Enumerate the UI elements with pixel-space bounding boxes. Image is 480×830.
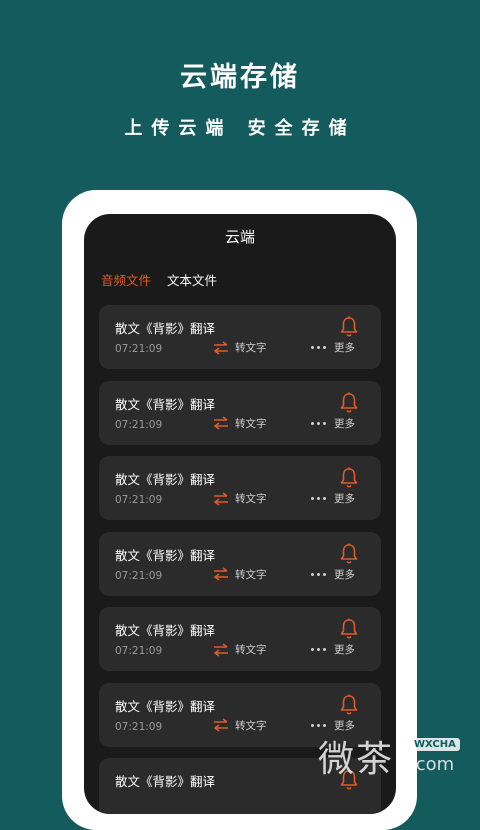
watermark-badge: WXCHA xyxy=(410,738,460,751)
convert-label: 转文字 xyxy=(235,568,267,581)
file-duration: 07:21:09 xyxy=(115,720,163,733)
file-list: 散文《背影》翻译 07:21:09 转文字 更多 散文《背影》翻译 07:21:… xyxy=(99,305,381,814)
swap-arrows-icon xyxy=(213,642,228,657)
more-label: 更多 xyxy=(334,644,355,656)
more-dots-icon xyxy=(311,341,326,355)
file-card[interactable]: 散文《背影》翻译 xyxy=(99,758,381,814)
headline: 云端存储 xyxy=(180,62,300,93)
file-card[interactable]: 散文《背影》翻译 07:21:09 转文字 更多 xyxy=(99,305,381,369)
convert-to-text-button[interactable]: 转文字 xyxy=(213,491,267,506)
bell-icon[interactable] xyxy=(339,467,359,489)
swap-arrows-icon xyxy=(213,340,228,355)
file-title: 散文《背影》翻译 xyxy=(115,321,216,336)
more-button[interactable]: 更多 xyxy=(311,642,355,657)
file-title: 散文《背影》翻译 xyxy=(115,547,216,563)
bell-icon[interactable] xyxy=(339,694,359,716)
more-dots-icon xyxy=(311,492,326,506)
file-title: 散文《背影》翻译 xyxy=(115,774,216,789)
bell-icon[interactable] xyxy=(339,543,359,565)
convert-label: 转文字 xyxy=(235,342,267,354)
more-dots-icon xyxy=(311,567,326,581)
file-duration: 07:21:09 xyxy=(115,343,163,355)
file-card[interactable]: 散文《背影》翻译 07:21:09 转文字 更多 xyxy=(99,682,381,747)
more-label: 更多 xyxy=(334,568,355,581)
file-duration: 07:21:09 xyxy=(115,418,163,431)
file-card[interactable]: 散文《背影》翻译 07:21:09 转文字 更多 xyxy=(99,531,381,596)
more-label: 更多 xyxy=(334,719,355,732)
swap-arrows-icon xyxy=(213,491,228,506)
bell-icon[interactable] xyxy=(339,392,359,414)
swap-arrows-icon xyxy=(213,416,228,430)
bell-icon[interactable] xyxy=(339,316,359,338)
tab-audio-files[interactable]: 音频文件 xyxy=(101,270,151,289)
convert-to-text-button[interactable]: 转文字 xyxy=(213,340,267,355)
swap-arrows-icon xyxy=(213,567,228,581)
more-dots-icon xyxy=(311,643,326,657)
more-button[interactable]: 更多 xyxy=(311,416,355,431)
file-card[interactable]: 散文《背影》翻译 07:21:09 转文字 更多 xyxy=(99,380,381,445)
convert-to-text-button[interactable]: 转文字 xyxy=(213,567,267,582)
tab-text-files[interactable]: 文本文件 xyxy=(167,270,217,289)
screen-title: 云端 xyxy=(224,228,255,246)
subline: 上传云端 安全存储 xyxy=(124,118,356,139)
swap-arrows-icon xyxy=(213,718,228,732)
file-title: 散文《背影》翻译 xyxy=(115,472,216,487)
more-button[interactable]: 更多 xyxy=(311,718,355,733)
file-duration: 07:21:09 xyxy=(115,569,163,582)
more-button[interactable]: 更多 xyxy=(311,567,355,582)
bell-icon[interactable] xyxy=(339,618,359,640)
convert-to-text-button[interactable]: 转文字 xyxy=(213,718,267,733)
more-label: 更多 xyxy=(334,342,355,354)
file-title: 散文《背影》翻译 xyxy=(115,698,216,714)
file-title: 散文《背影》翻译 xyxy=(115,623,216,638)
more-dots-icon xyxy=(311,416,326,430)
more-button[interactable]: 更多 xyxy=(311,340,355,355)
file-card[interactable]: 散文《背影》翻译 07:21:09 转文字 更多 xyxy=(99,607,381,671)
more-label: 更多 xyxy=(334,417,355,430)
convert-label: 转文字 xyxy=(235,417,267,430)
phone-screen: 云端 音频文件 文本文件 散文《背影》翻译 07:21:09 转文字 更多 散文… xyxy=(84,214,396,814)
convert-to-text-button[interactable]: 转文字 xyxy=(213,642,267,657)
convert-label: 转文字 xyxy=(235,719,267,732)
more-label: 更多 xyxy=(334,493,355,505)
file-tabs: 音频文件 文本文件 xyxy=(101,270,217,289)
file-duration: 07:21:09 xyxy=(115,645,163,657)
file-title: 散文《背影》翻译 xyxy=(115,396,216,412)
convert-label: 转文字 xyxy=(235,493,267,505)
bell-icon[interactable] xyxy=(339,769,359,791)
more-button[interactable]: 更多 xyxy=(311,491,355,506)
convert-label: 转文字 xyxy=(235,644,267,656)
file-duration: 07:21:09 xyxy=(115,494,163,506)
convert-to-text-button[interactable]: 转文字 xyxy=(213,416,267,431)
more-dots-icon xyxy=(311,718,326,732)
file-card[interactable]: 散文《背影》翻译 07:21:09 转文字 更多 xyxy=(99,456,381,520)
